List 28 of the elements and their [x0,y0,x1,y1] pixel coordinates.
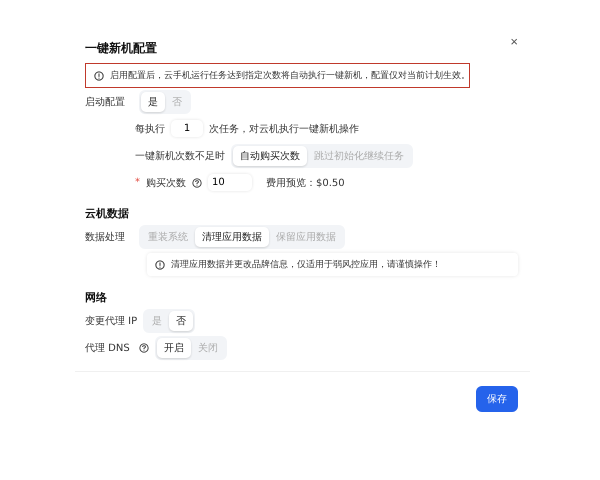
help-icon[interactable] [139,342,149,352]
count-input[interactable]: 10 [208,174,252,191]
required-mark: * [135,177,140,188]
notice-text: 启用配置后，云手机运行任务达到指定次数将自动执行一键新机，配置仅对当前计划生效。 [110,70,470,82]
count-input[interactable]: 1 [171,120,203,137]
save-button[interactable]: 保存 [476,386,518,412]
field-label: 数据处理 [85,230,126,244]
close-button[interactable]: × [508,34,520,49]
segment-option[interactable]: 否 [169,310,194,330]
info-icon [94,70,104,80]
section-title: 网络 [84,290,108,306]
cost-preview: 费用预览：$0.50 [266,176,345,190]
segment-option[interactable]: 是 [141,92,165,112]
field-text: 次任务，对云机执行一键新机操作 [209,122,359,136]
field-label: 一键新机次数不足时 [135,150,225,162]
note-text: 清理应用数据并更改品牌信息，仅适用于弱风控应用，请谨慎操作！ [171,258,441,271]
field-label: 代理 DNS [85,342,131,354]
help-icon[interactable] [192,178,202,188]
section-title: 云机数据 [84,206,130,222]
segment-option[interactable]: 开启 [157,338,191,358]
segment-option[interactable]: 清理应用数据 [195,226,269,246]
segment-option[interactable]: 自动购买次数 [233,146,307,166]
field-label: 每执行 [135,122,165,136]
dialog-title: 一键新机配置 [85,40,157,57]
field-label: 启动配置 [85,96,126,108]
field-label: 变更代理 IP [85,314,138,328]
info-icon [155,260,165,270]
field-label: 购买次数 [146,176,186,190]
